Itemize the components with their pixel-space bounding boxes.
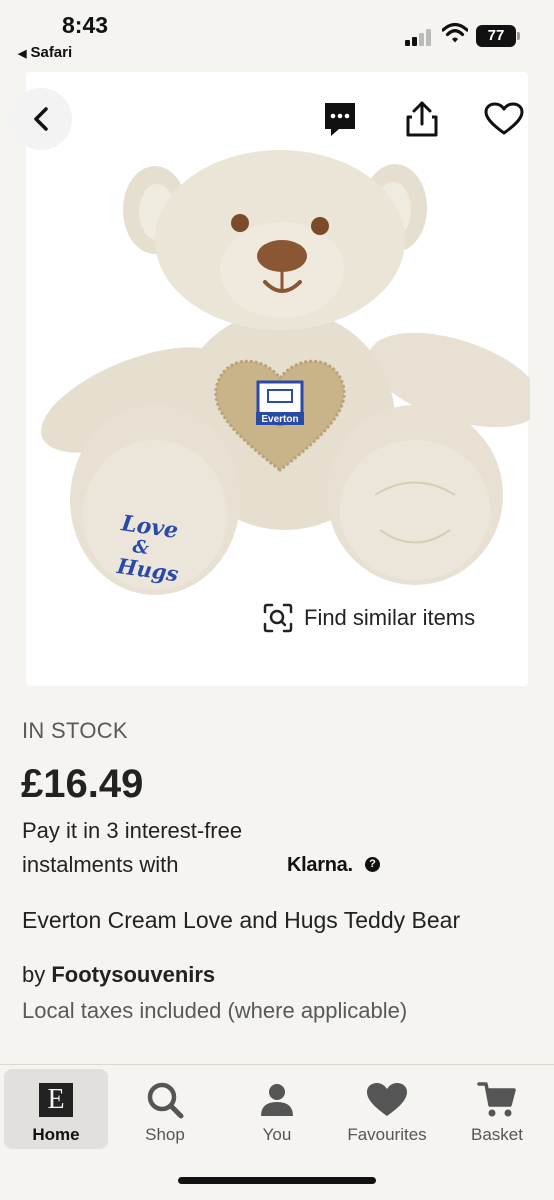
klarna-info-icon[interactable]: ? bbox=[365, 857, 380, 872]
product-title: Everton Cream Love and Hugs Teddy Bear bbox=[22, 907, 461, 933]
favourite-button[interactable] bbox=[484, 98, 524, 140]
status-bar: 8:43 ◀ Safari 77 bbox=[0, 0, 554, 70]
cart-icon bbox=[477, 1082, 516, 1117]
back-button[interactable] bbox=[10, 88, 72, 150]
back-to-safari-link[interactable]: ◀ Safari bbox=[18, 44, 72, 61]
heart-outline-icon bbox=[484, 102, 524, 135]
user-icon bbox=[261, 1084, 293, 1116]
klarna-text-line-2: instalments with bbox=[22, 852, 179, 877]
price: £16.49 bbox=[21, 762, 144, 806]
status-time: 8:43 bbox=[62, 12, 109, 38]
seller-prefix: by bbox=[22, 962, 52, 987]
find-similar-label: Find similar items bbox=[304, 605, 476, 630]
nav-shop[interactable]: Shop bbox=[118, 1069, 212, 1149]
back-triangle-icon: ◀ bbox=[18, 48, 27, 60]
klarna-text-line-1: Pay it in 3 interest-free bbox=[22, 818, 243, 843]
back-app-label: Safari bbox=[30, 44, 73, 61]
taxes-note: Local taxes included (where applicable) bbox=[22, 998, 408, 1023]
battery-indicator: 77 bbox=[476, 25, 520, 47]
nav-home-label: Home bbox=[32, 1125, 80, 1144]
nav-favourites-label: Favourites bbox=[347, 1125, 427, 1144]
badge-text: Everton bbox=[261, 414, 298, 425]
heart-icon bbox=[367, 1083, 407, 1116]
seller-name-link[interactable]: Footysouvenirs bbox=[51, 962, 215, 987]
nav-favourites[interactable]: Favourites bbox=[336, 1069, 438, 1149]
chat-button[interactable] bbox=[320, 98, 360, 140]
share-icon bbox=[406, 101, 438, 137]
stock-status: IN STOCK bbox=[22, 718, 128, 743]
product-image-teddy-bear[interactable]: Everton Love & Hugs bbox=[30, 150, 530, 610]
nav-you[interactable]: You bbox=[230, 1069, 324, 1149]
home-indicator[interactable] bbox=[178, 1177, 376, 1184]
nav-you-label: You bbox=[262, 1125, 292, 1144]
nav-basket[interactable]: Basket bbox=[450, 1069, 544, 1149]
etsy-logo-icon: E bbox=[39, 1083, 73, 1117]
share-button[interactable] bbox=[402, 98, 442, 140]
search-icon bbox=[147, 1082, 184, 1119]
find-similar-button[interactable]: Find similar items bbox=[262, 598, 475, 638]
chat-bubble-icon bbox=[325, 103, 355, 136]
seller-line: by Footysouvenirs bbox=[22, 962, 215, 988]
nav-basket-label: Basket bbox=[471, 1125, 523, 1144]
nav-shop-label: Shop bbox=[145, 1125, 185, 1144]
nav-home[interactable]: E Home bbox=[4, 1069, 108, 1149]
cell-signal-icon bbox=[405, 28, 433, 46]
wifi-icon bbox=[441, 22, 469, 44]
visual-search-icon bbox=[263, 603, 293, 633]
chevron-left-icon bbox=[34, 107, 48, 131]
klarna-logo[interactable]: Klarna. bbox=[287, 854, 353, 877]
